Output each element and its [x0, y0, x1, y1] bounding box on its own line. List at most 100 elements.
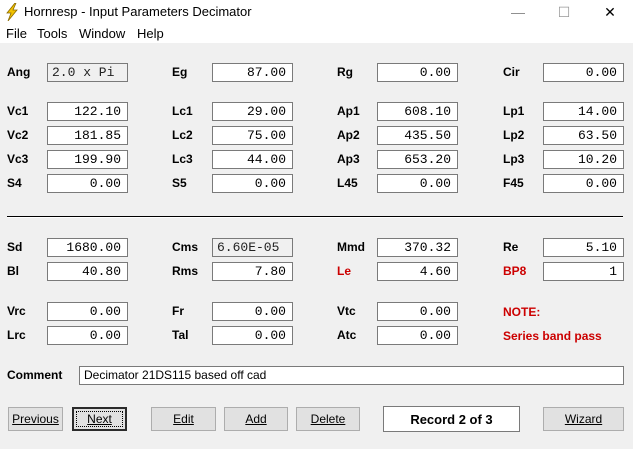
field-mmd[interactable]: 370.32 [377, 238, 458, 257]
menu-tools[interactable]: Tools [37, 26, 67, 41]
next-button-label: Next [87, 412, 112, 426]
label-vc2: Vc2 [7, 128, 29, 142]
add-button[interactable]: Add [224, 407, 288, 431]
label-vc3: Vc3 [7, 152, 29, 166]
edit-button-label: Edit [173, 412, 194, 426]
field-ang[interactable]: 2.0 x Pi [47, 63, 128, 82]
field-lp2[interactable]: 63.50 [543, 126, 624, 145]
maximize-icon: ☐ [557, 3, 571, 20]
close-button[interactable]: ✕ [587, 0, 633, 24]
field-rg[interactable]: 0.00 [377, 63, 458, 82]
field-cms[interactable]: 6.60E-05 [212, 238, 293, 257]
minimize-icon: — [511, 4, 525, 20]
previous-button-label: Previous [12, 412, 59, 426]
field-sd[interactable]: 1680.00 [47, 238, 128, 257]
edit-button[interactable]: Edit [151, 407, 216, 431]
field-vc1[interactable]: 122.10 [47, 102, 128, 121]
label-lp2: Lp2 [503, 128, 525, 142]
label-vtc: Vtc [337, 304, 356, 318]
label-lc3: Lc3 [172, 152, 193, 166]
label-ap1: Ap1 [337, 104, 360, 118]
note-text: Series band pass [503, 329, 602, 343]
field-eg[interactable]: 87.00 [212, 63, 293, 82]
field-lc2[interactable]: 75.00 [212, 126, 293, 145]
field-le[interactable]: 4.60 [377, 262, 458, 281]
field-bp8[interactable]: 1 [543, 262, 624, 281]
comment-field[interactable]: Decimator 21DS115 based off cad [79, 366, 624, 385]
label-ang: Ang [7, 65, 31, 79]
field-l45[interactable]: 0.00 [377, 174, 458, 193]
field-f45[interactable]: 0.00 [543, 174, 624, 193]
menu-help[interactable]: Help [137, 26, 164, 41]
label-mmd: Mmd [337, 240, 365, 254]
menu-window[interactable]: Window [79, 26, 125, 41]
label-lrc: Lrc [7, 328, 26, 342]
field-ap2[interactable]: 435.50 [377, 126, 458, 145]
field-lp1[interactable]: 14.00 [543, 102, 624, 121]
label-sd: Sd [7, 240, 23, 254]
field-vrc[interactable]: 0.00 [47, 302, 128, 321]
label-ap3: Ap3 [337, 152, 360, 166]
label-s4: S4 [7, 176, 22, 190]
label-rg: Rg [337, 65, 353, 79]
field-rms[interactable]: 7.80 [212, 262, 293, 281]
wizard-button[interactable]: Wizard [543, 407, 624, 431]
field-bl[interactable]: 40.80 [47, 262, 128, 281]
label-atc: Atc [337, 328, 357, 342]
label-vrc: Vrc [7, 304, 26, 318]
label-cir: Cir [503, 65, 520, 79]
record-indicator: Record 2 of 3 [383, 406, 520, 432]
maximize-button[interactable]: ☐ [541, 0, 587, 24]
label-lc2: Lc2 [172, 128, 193, 142]
previous-button[interactable]: Previous [8, 407, 63, 431]
lightning-bolt-icon [6, 3, 18, 21]
label-ap2: Ap2 [337, 128, 360, 142]
field-lc3[interactable]: 44.00 [212, 150, 293, 169]
field-s5[interactable]: 0.00 [212, 174, 293, 193]
field-lrc[interactable]: 0.00 [47, 326, 128, 345]
label-comment: Comment [7, 368, 63, 382]
close-icon: ✕ [604, 3, 616, 20]
field-lp3[interactable]: 10.20 [543, 150, 624, 169]
label-re: Re [503, 240, 519, 254]
label-cms: Cms [172, 240, 199, 254]
delete-button-label: Delete [310, 412, 346, 426]
field-cir[interactable]: 0.00 [543, 63, 624, 82]
label-lp1: Lp1 [503, 104, 525, 118]
note-label: NOTE: [503, 305, 541, 319]
label-l45: L45 [337, 176, 358, 190]
field-ap3[interactable]: 653.20 [377, 150, 458, 169]
window-title: Hornresp - Input Parameters Decimator [24, 4, 252, 19]
field-s4[interactable]: 0.00 [47, 174, 128, 193]
field-tal[interactable]: 0.00 [212, 326, 293, 345]
input-parameters-panel: Ang 2.0 x Pi Eg 87.00 Rg 0.00 Cir 0.00 V… [0, 43, 633, 449]
field-re[interactable]: 5.10 [543, 238, 624, 257]
field-ap1[interactable]: 608.10 [377, 102, 458, 121]
label-eg: Eg [172, 65, 188, 79]
label-vc1: Vc1 [7, 104, 29, 118]
label-le[interactable]: Le [337, 262, 351, 281]
field-lc1[interactable]: 29.00 [212, 102, 293, 121]
field-vtc[interactable]: 0.00 [377, 302, 458, 321]
label-rms: Rms [172, 264, 199, 278]
title-bar: Hornresp - Input Parameters Decimator — … [0, 0, 633, 24]
delete-button[interactable]: Delete [296, 407, 360, 431]
minimize-button[interactable]: — [495, 0, 541, 24]
field-vc3[interactable]: 199.90 [47, 150, 128, 169]
add-button-label: Add [245, 412, 267, 426]
section-divider [7, 216, 623, 218]
label-bp8[interactable]: BP8 [503, 262, 526, 281]
label-lp3: Lp3 [503, 152, 525, 166]
field-fr[interactable]: 0.00 [212, 302, 293, 321]
label-s5: S5 [172, 176, 187, 190]
next-button[interactable]: Next [72, 407, 127, 431]
label-fr: Fr [172, 304, 184, 318]
label-lc1: Lc1 [172, 104, 193, 118]
label-bl: Bl [7, 264, 19, 278]
field-vc2[interactable]: 181.85 [47, 126, 128, 145]
wizard-button-label: Wizard [564, 412, 603, 426]
menu-bar: File Tools Window Help [0, 24, 633, 43]
menu-file[interactable]: File [6, 26, 27, 41]
field-atc[interactable]: 0.00 [377, 326, 458, 345]
label-tal: Tal [172, 328, 189, 342]
